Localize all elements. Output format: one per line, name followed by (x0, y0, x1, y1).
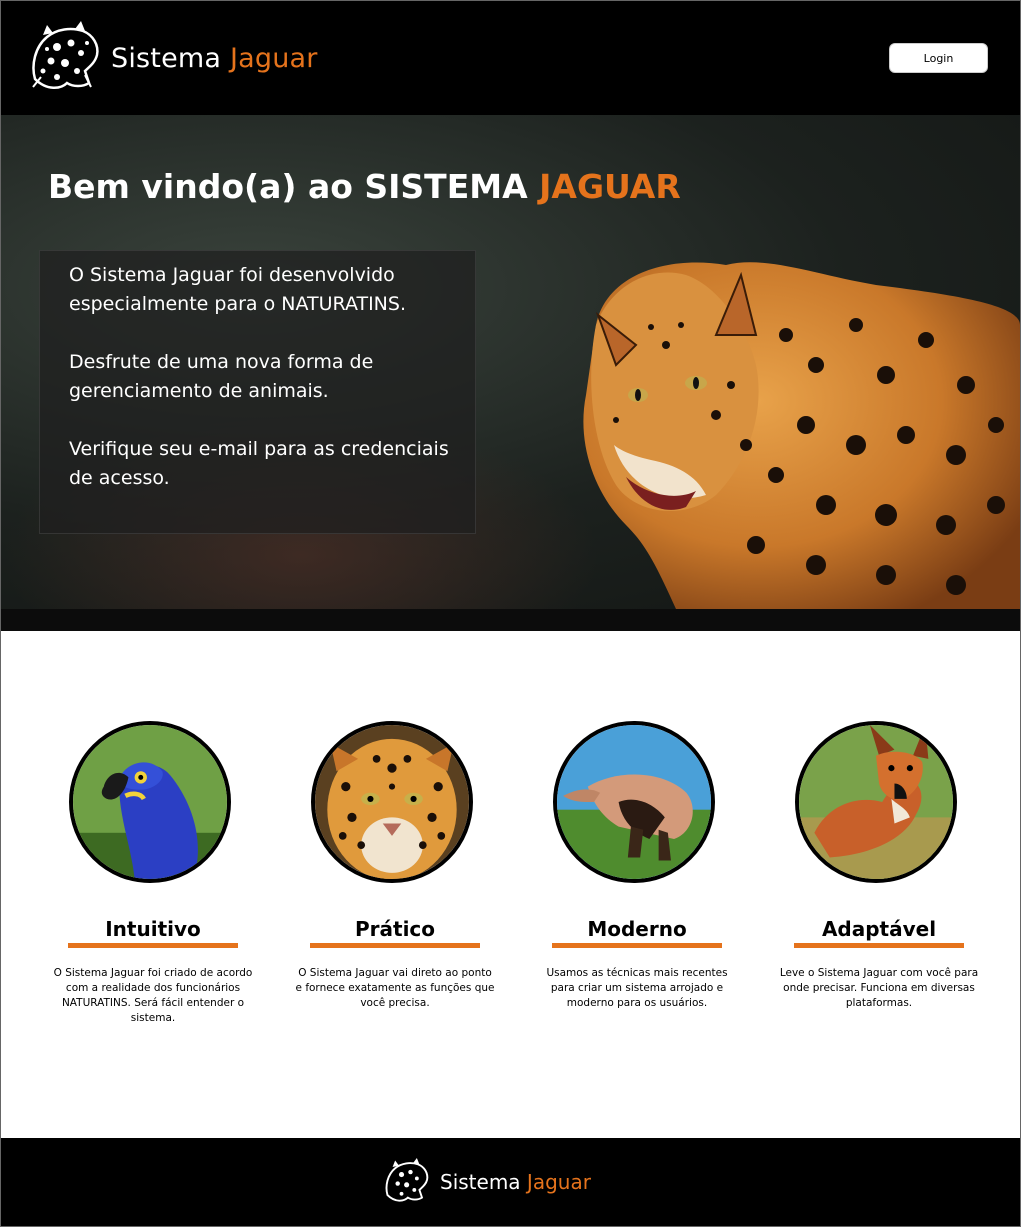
feature-description: O Sistema Jaguar foi criado de acordo co… (53, 967, 253, 1024)
page-frame: Sistema Jaguar Login Bem vindo(a) ao SIS… (0, 0, 1021, 1227)
brand-name: Sistema Jaguar (111, 43, 318, 74)
footer-brand-accent: Jaguar (526, 1170, 591, 1194)
hero-title-accent: JAGUAR (539, 167, 681, 206)
feature-title: Intuitivo (105, 917, 201, 941)
brand-accent: Jaguar (229, 43, 318, 74)
page-footer: Sistema Jaguar (1, 1138, 1020, 1226)
hero-title-main: Bem vindo(a) ao SISTEMA (48, 167, 528, 206)
jaguar-face-icon (315, 725, 469, 879)
anteater-image (553, 721, 715, 883)
hero-title: Bem vindo(a) ao SISTEMA JAGUAR (48, 167, 681, 206)
jaguar-face-image (311, 721, 473, 883)
hero-info-box: O Sistema Jaguar foi desenvolvido especi… (39, 250, 476, 534)
feature-title: Prático (354, 917, 436, 941)
feature-title: Adaptável (821, 917, 937, 941)
feature-divider (552, 943, 722, 948)
feature-description: Leve o Sistema Jaguar com você para onde… (779, 967, 979, 1009)
feature-divider (310, 943, 480, 948)
login-button[interactable]: Login (889, 43, 988, 73)
macaw-image (69, 721, 231, 883)
footer-brand-main: Sistema (440, 1170, 521, 1194)
maned-wolf-image (795, 721, 957, 883)
hero-paragraph-2: Desfrute de uma nova forma de gerenciame… (69, 351, 374, 402)
top-header: Sistema Jaguar Login (1, 1, 1020, 115)
feature-description: Usamos as técnicas mais recentes para cr… (546, 967, 728, 1009)
feature-description: O Sistema Jaguar vai direto ao ponto e f… (295, 967, 495, 1009)
brand-main: Sistema (111, 43, 222, 74)
hero-paragraph-1: O Sistema Jaguar foi desenvolvido especi… (69, 264, 406, 315)
footer-brand-name: Sistema Jaguar (440, 1170, 591, 1194)
hero-banner: Bem vindo(a) ao SISTEMA JAGUAR O Sistema… (1, 115, 1020, 609)
feature-divider (68, 943, 238, 948)
feature-title: Moderno (587, 917, 687, 941)
jaguar-logo-icon (385, 1158, 429, 1202)
hero-paragraph-3: Verifique seu e-mail para as credenciais… (69, 438, 449, 489)
maned-wolf-icon (799, 725, 953, 879)
anteater-icon (557, 725, 711, 879)
jaguar-logo-icon (32, 21, 99, 89)
jaguar-hero-image (583, 262, 1020, 609)
macaw-icon (73, 725, 227, 879)
hero-bottom-bar (1, 609, 1020, 631)
feature-divider (794, 943, 964, 948)
